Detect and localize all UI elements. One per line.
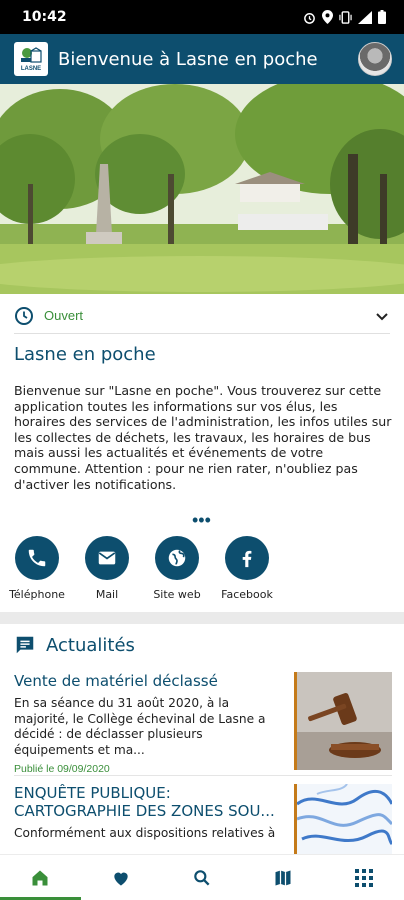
nav-map[interactable]	[242, 855, 323, 900]
facebook-icon	[242, 550, 252, 568]
facebook-button[interactable]	[225, 536, 269, 580]
news-title: Actualités	[46, 634, 135, 656]
section-title: Lasne en poche	[14, 344, 156, 365]
globe-icon	[168, 549, 186, 567]
phone-label: Téléphone	[9, 588, 65, 601]
open-status-text: Ouvert	[44, 308, 84, 323]
more-dots-button[interactable]: •••	[192, 510, 211, 531]
news-item[interactable]: Vente de matériel déclassé En sa séance …	[14, 672, 392, 776]
status-icons	[303, 10, 386, 24]
location-icon	[322, 10, 333, 24]
section-description: Bienvenue sur "Lasne en poche". Vous tro…	[14, 383, 392, 492]
vibrate-icon	[339, 10, 352, 24]
clock-icon	[15, 306, 33, 325]
heart-icon	[114, 872, 128, 885]
gavel-image	[297, 672, 392, 770]
map-contour-image	[297, 784, 392, 854]
app-logo[interactable]: LASNE	[14, 42, 48, 76]
news-body: Conformément aux dispositions relatives …	[14, 826, 276, 840]
news-header: Actualités	[14, 632, 135, 658]
park-illustration	[0, 84, 404, 294]
news-headline: ENQUÊTE PUBLIQUE: CARTOGRAPHIE DES ZONES…	[14, 784, 275, 820]
battery-icon	[378, 10, 386, 24]
phone-icon	[28, 549, 46, 567]
website-action[interactable]: Site web	[144, 536, 210, 601]
website-label: Site web	[153, 588, 201, 601]
app-bar: LASNE Bienvenue à Lasne en poche	[0, 34, 404, 84]
website-button[interactable]	[155, 536, 199, 580]
nav-favorites[interactable]	[81, 855, 162, 900]
app-title: Bienvenue à Lasne en poche	[58, 48, 318, 70]
home-icon	[32, 870, 48, 885]
avatar[interactable]	[358, 42, 392, 76]
logo-icon	[21, 46, 42, 63]
map-icon	[275, 870, 291, 885]
contact-actions: Téléphone Mail Site web Facebook	[0, 536, 290, 601]
mail-button[interactable]	[85, 536, 129, 580]
bottom-nav	[0, 854, 404, 900]
news-thumbnail	[294, 784, 392, 854]
chevron-down-icon[interactable]	[374, 308, 390, 324]
nav-search[interactable]	[162, 855, 243, 900]
news-thumbnail	[294, 672, 392, 770]
phone-button[interactable]	[15, 536, 59, 580]
mail-icon	[98, 551, 116, 565]
opening-status-row[interactable]: Ouvert	[14, 298, 390, 334]
phone-action[interactable]: Téléphone	[4, 536, 70, 601]
alarm-icon	[304, 12, 315, 24]
news-body: En sa séance du 31 août 2020, à la major…	[14, 696, 266, 757]
facebook-action[interactable]: Facebook	[214, 536, 280, 601]
nav-home[interactable]	[0, 855, 81, 900]
mail-label: Mail	[95, 588, 119, 601]
apps-grid-icon	[354, 868, 373, 887]
news-headline: Vente de matériel déclassé	[14, 672, 218, 690]
news-icon	[16, 636, 34, 654]
status-bar: 10:42	[0, 0, 404, 34]
mail-action[interactable]: Mail	[74, 536, 140, 601]
search-icon	[194, 869, 210, 885]
signal-icon	[358, 10, 372, 24]
nav-apps[interactable]	[323, 855, 404, 900]
facebook-label: Facebook	[221, 588, 273, 601]
status-time: 10:42	[22, 9, 67, 25]
section-divider	[0, 612, 404, 624]
logo-text: LASNE	[20, 65, 42, 72]
news-item[interactable]: ENQUÊTE PUBLIQUE: CARTOGRAPHIE DES ZONES…	[14, 784, 392, 860]
hero-image	[0, 84, 404, 294]
